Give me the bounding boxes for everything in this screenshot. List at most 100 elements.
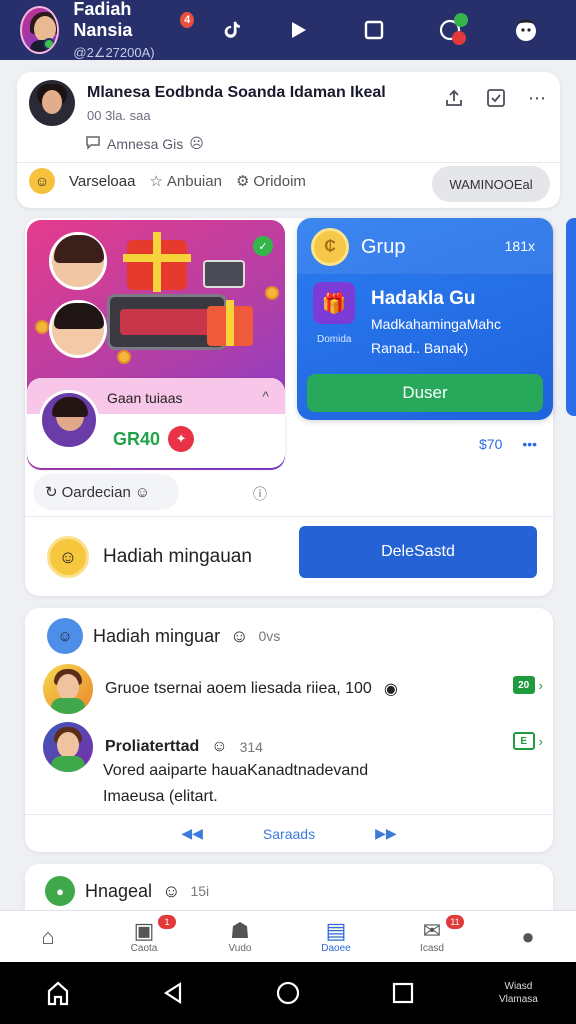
list-footer-label[interactable]: Saraads bbox=[263, 826, 315, 842]
refresh-icon: ↻ bbox=[45, 484, 58, 501]
list-item-tag[interactable]: E › bbox=[512, 732, 543, 750]
nav-document[interactable]: ▤ Daoee bbox=[288, 911, 384, 962]
list-header-label: Hadiah minguar bbox=[93, 625, 221, 646]
profile-icon: ● bbox=[521, 923, 535, 949]
people-icon: ☗ bbox=[230, 918, 250, 943]
feature-value: $70 bbox=[479, 436, 503, 452]
play-icon[interactable] bbox=[260, 5, 336, 55]
reaction-label[interactable]: Varseloaa bbox=[69, 173, 135, 190]
list-item-tag[interactable]: 20 › bbox=[512, 676, 543, 694]
group-desc-2: Ranad.. Banak) bbox=[371, 340, 469, 356]
home-circle-icon[interactable] bbox=[230, 980, 345, 1006]
stop-icon[interactable] bbox=[336, 5, 412, 55]
chevron-up-icon[interactable]: ^ bbox=[262, 388, 269, 404]
host-name: Gaan tuiaas bbox=[107, 390, 183, 406]
document-icon: ▤ bbox=[325, 918, 347, 943]
group-small-label: Domida bbox=[317, 334, 352, 345]
peek-header: ● Hnageal ☺ 15i bbox=[45, 876, 209, 906]
nav-home[interactable]: ⌂ bbox=[0, 911, 96, 962]
gift-small-icon bbox=[207, 300, 253, 346]
weekly-reward: ☺ Hadiah mingauan bbox=[47, 536, 252, 578]
recents-icon[interactable] bbox=[346, 981, 461, 1005]
post-author-avatar[interactable] bbox=[29, 80, 75, 126]
host-card[interactable]: Gaan tuiaas ^ GR40 ✦ bbox=[27, 378, 285, 468]
tiktok-icon[interactable] bbox=[204, 5, 260, 55]
list-item-text: Gruoe tsernai aoem liesada riiea, 100 bbox=[105, 680, 372, 697]
action-2[interactable]: ⚙ Oridoim bbox=[236, 172, 306, 191]
action-2-label: Oridoim bbox=[253, 172, 306, 190]
smile-icon[interactable]: ☺ bbox=[29, 168, 55, 194]
forward-icon[interactable]: ▶▶ bbox=[375, 825, 397, 842]
post-meta: Amnesa Gis ☹ bbox=[85, 134, 204, 153]
post-card: Mlanesa Eodbnda Soanda Idaman Ikeal 00 3… bbox=[17, 72, 560, 208]
group-join-button[interactable]: Duser bbox=[307, 374, 543, 412]
nav-people[interactable]: ☗ Vudo bbox=[192, 911, 288, 962]
next-card-peek[interactable] bbox=[566, 218, 576, 416]
action-1[interactable]: ☆ Anbuian bbox=[149, 172, 222, 191]
profile-name: Fadiah Nansia bbox=[73, 0, 133, 40]
post-title: Mlanesa Eodbnda Soanda Idaman Ikeal bbox=[87, 84, 386, 101]
list-item-body-line: Imaeusa (elitart. bbox=[103, 788, 218, 805]
weekly-label: Hadiah mingauan bbox=[103, 546, 252, 567]
coin-icon: ₵ bbox=[311, 228, 349, 266]
list-item[interactable]: Gruoe tsernai aoem liesada riiea, 100 ◉ bbox=[43, 664, 398, 714]
profile-avatar[interactable] bbox=[20, 6, 60, 54]
list-item-body-line: Vored aaiparte hauaKanadtnadevand bbox=[103, 762, 369, 779]
mail-icon: ✉ bbox=[422, 918, 442, 943]
nav-mail[interactable]: ✉ 11 Icasd bbox=[384, 911, 480, 962]
system-nav-bar: Wiasd Vlamasa bbox=[0, 962, 576, 1024]
star-icon: ☆ bbox=[149, 173, 163, 190]
feature-card: ✓ Gaan tuiaas ^ GR40 ✦ ₵ Grup 181x 🎁 Dom… bbox=[25, 218, 553, 596]
host-score-value: GR40 bbox=[113, 428, 161, 449]
mascot-icon[interactable] bbox=[488, 5, 564, 55]
list-item-small: 314 bbox=[239, 739, 263, 755]
circle-icon: ◉ bbox=[383, 681, 398, 698]
back-icon[interactable] bbox=[115, 981, 230, 1005]
peek-small: 15i bbox=[190, 883, 210, 899]
emoji-icon: ☺ bbox=[230, 625, 249, 646]
home-icon[interactable] bbox=[0, 980, 115, 1006]
notification-dot-red bbox=[452, 31, 466, 45]
promo-person-1 bbox=[49, 232, 107, 290]
notification-dot-green bbox=[454, 13, 468, 27]
nav-profile[interactable]: ● bbox=[480, 911, 576, 962]
post-subtitle: 00 3la. saa bbox=[87, 108, 151, 123]
comment-icon bbox=[85, 134, 101, 153]
tag-badge: E bbox=[512, 732, 535, 750]
host-avatar bbox=[39, 390, 99, 450]
more-icon[interactable]: ••• bbox=[522, 436, 537, 452]
bottom-nav: ⌂ ▣ 1 Caota ☗ Vudo ▤ Daoee ✉ 11 Icasd ● bbox=[0, 910, 576, 962]
nav-label: Caota bbox=[130, 943, 158, 954]
nav-badge: 1 bbox=[158, 915, 176, 929]
info-icon[interactable]: ⓘ bbox=[253, 484, 267, 504]
nav-label: Daoee bbox=[321, 943, 351, 954]
list-item-title: Proliaterttad bbox=[105, 738, 200, 755]
save-icon[interactable] bbox=[486, 88, 506, 113]
weekly-button[interactable]: DeleSastd bbox=[299, 526, 537, 578]
group-icon: ● bbox=[45, 876, 75, 906]
list-header: ☺ Hadiah minguar ☺ 0vs bbox=[47, 618, 280, 654]
flame-icon: ✦ bbox=[168, 426, 195, 452]
share-icon[interactable] bbox=[444, 88, 464, 113]
nav-camera[interactable]: ▣ 1 Caota bbox=[96, 911, 192, 962]
home-icon: ⌂ bbox=[41, 923, 55, 949]
gift-icon bbox=[123, 232, 191, 292]
tag-badge: 20 bbox=[512, 676, 535, 694]
post-pill-button[interactable]: WAMINOOEal bbox=[432, 166, 550, 202]
chevron-right-icon: › bbox=[538, 733, 543, 749]
order-chip[interactable]: ↻ Oardecian ☺ bbox=[33, 474, 179, 510]
profile-badge: 4 bbox=[180, 12, 194, 28]
post-action-row: ☺ Varseloaa ☆ Anbuian ⚙ Oridoim bbox=[29, 168, 306, 194]
group-count: 181x bbox=[504, 238, 535, 254]
list-footer: ◀◀ Saraads ▶▶ bbox=[25, 814, 553, 852]
chat-notification-icon[interactable] bbox=[412, 5, 488, 55]
smile-icon: ☺ bbox=[47, 536, 89, 578]
group-desc-1: MadkahamingaMahc bbox=[371, 316, 501, 332]
list-item-avatar bbox=[43, 722, 93, 772]
emoji-icon: ☹ bbox=[189, 135, 204, 151]
system-brand-line: Wiasd bbox=[504, 981, 533, 992]
group-title: Hadakla Gu bbox=[371, 288, 476, 309]
more-icon[interactable]: ⋯ bbox=[528, 88, 546, 113]
rewind-icon[interactable]: ◀◀ bbox=[181, 825, 203, 842]
gift-badge: ✓ bbox=[253, 236, 273, 256]
